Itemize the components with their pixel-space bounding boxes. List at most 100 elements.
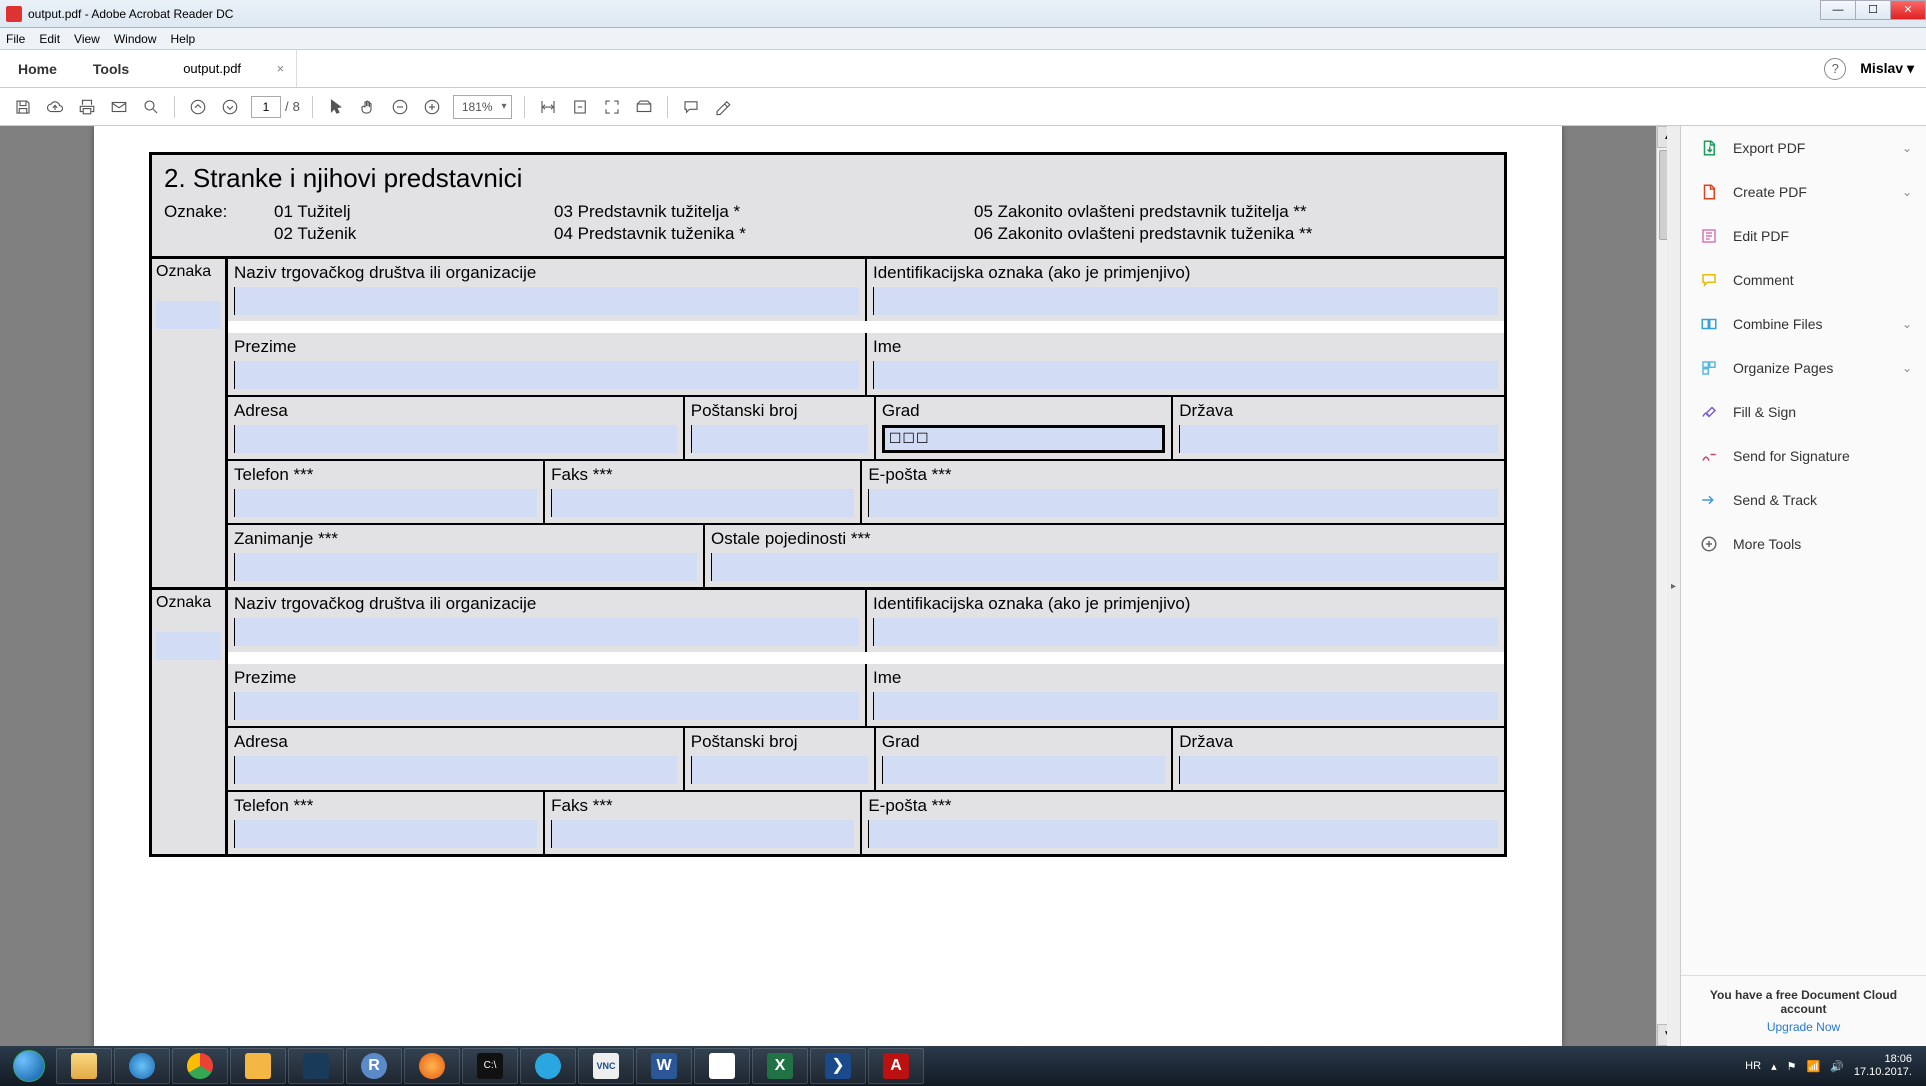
rail-more-tools[interactable]: More Tools (1681, 522, 1926, 566)
cloud-icon[interactable] (44, 96, 66, 118)
taskbar-acrobat[interactable]: A (868, 1048, 924, 1084)
drzava-input-2[interactable] (1179, 756, 1498, 784)
adresa-input-2[interactable] (234, 756, 677, 784)
menu-window[interactable]: Window (114, 32, 157, 46)
drzava-label-2: Država (1179, 732, 1498, 752)
taskbar-cmd[interactable]: C:\ (462, 1048, 518, 1084)
zoom-out-icon[interactable] (389, 96, 411, 118)
rail-export-pdf[interactable]: Export PDF⌄ (1681, 126, 1926, 170)
rail-fill-sign[interactable]: Fill & Sign (1681, 390, 1926, 434)
maximize-button[interactable]: ☐ (1855, 0, 1891, 20)
document-pane[interactable]: 2. Stranke i njihovi predstavnici Oznake… (0, 126, 1656, 1046)
taskbar-rstudio[interactable]: R (346, 1048, 402, 1084)
page-up-icon[interactable] (187, 96, 209, 118)
help-icon[interactable]: ? (1824, 58, 1846, 80)
page-slash: / (285, 99, 289, 114)
rail-create-pdf[interactable]: Create PDF⌄ (1681, 170, 1926, 214)
pointer-icon[interactable] (325, 96, 347, 118)
taskbar-skype[interactable] (520, 1048, 576, 1084)
rail-send-track[interactable]: Send & Track (1681, 478, 1926, 522)
main-area: 2. Stranke i njihovi predstavnici Oznake… (0, 126, 1926, 1046)
id-input[interactable] (873, 287, 1498, 315)
ime-input-2[interactable] (873, 692, 1498, 720)
user-menu[interactable]: Mislav ▾ (1860, 60, 1914, 77)
zanimanje-input[interactable] (234, 553, 697, 581)
ime-input[interactable] (873, 361, 1498, 389)
page-down-icon[interactable] (219, 96, 241, 118)
minimize-button[interactable]: — (1820, 0, 1856, 20)
rail-comment[interactable]: Comment (1681, 258, 1926, 302)
comment-icon[interactable] (680, 96, 702, 118)
adresa-input[interactable] (234, 425, 677, 453)
mail-icon[interactable] (108, 96, 130, 118)
postanski-input-2[interactable] (691, 756, 868, 784)
taskbar-app-grid[interactable] (288, 1048, 344, 1084)
faks-input[interactable] (551, 489, 854, 517)
oznaka-input-2[interactable] (156, 632, 221, 660)
read-mode-icon[interactable] (633, 96, 655, 118)
drzava-input[interactable] (1179, 425, 1498, 453)
document-tab[interactable]: output.pdf × (147, 50, 297, 87)
search-icon[interactable] (140, 96, 162, 118)
menu-edit[interactable]: Edit (39, 32, 60, 46)
zoom-in-icon[interactable] (421, 96, 443, 118)
menu-file[interactable]: File (6, 32, 25, 46)
taskbar-explorer[interactable] (56, 1048, 112, 1084)
flag-icon[interactable]: ⚑ (1787, 1060, 1797, 1073)
highlight-icon[interactable] (712, 96, 734, 118)
close-button[interactable]: ✕ (1890, 0, 1926, 20)
oznaka-input[interactable] (156, 301, 221, 329)
collapse-rail-icon[interactable]: ▸ (1667, 126, 1681, 1046)
close-tab-icon[interactable]: × (277, 61, 285, 76)
rail-send-signature[interactable]: Send for Signature (1681, 434, 1926, 478)
prezime-input[interactable] (234, 361, 859, 389)
ostalo-input[interactable] (711, 553, 1498, 581)
clock[interactable]: 18:06 17.10.2017. (1854, 1053, 1912, 1079)
fit-page-icon[interactable] (569, 96, 591, 118)
hand-icon[interactable] (357, 96, 379, 118)
taskbar-excel[interactable]: X (752, 1048, 808, 1084)
prezime-input-2[interactable] (234, 692, 859, 720)
home-button[interactable]: Home (0, 50, 75, 87)
fullscreen-icon[interactable] (601, 96, 623, 118)
taskbar-word[interactable]: W (636, 1048, 692, 1084)
save-icon[interactable] (12, 96, 34, 118)
taskbar-vnc[interactable]: VNC (578, 1048, 634, 1084)
upgrade-link[interactable]: Upgrade Now (1691, 1020, 1916, 1034)
taskbar-ie[interactable] (114, 1048, 170, 1084)
taskbar-outlook[interactable] (230, 1048, 286, 1084)
print-icon[interactable] (76, 96, 98, 118)
faks-input-2[interactable] (551, 820, 854, 848)
document-tab-label: output.pdf (183, 61, 241, 76)
rail-combine[interactable]: Combine Files⌄ (1681, 302, 1926, 346)
lang-indicator[interactable]: HR (1745, 1060, 1761, 1072)
eposta-input-2[interactable] (868, 820, 1498, 848)
start-button[interactable] (4, 1048, 54, 1084)
menu-view[interactable]: View (74, 32, 100, 46)
telefon-input[interactable] (234, 489, 537, 517)
telefon-input-2[interactable] (234, 820, 537, 848)
taskbar-powershell[interactable]: ❯ (810, 1048, 866, 1084)
page-current-input[interactable] (251, 96, 281, 118)
taskbar-firefox[interactable] (404, 1048, 460, 1084)
naziv-input[interactable] (234, 287, 859, 315)
grad-input-2[interactable] (882, 756, 1165, 784)
taskbar-chrome[interactable] (172, 1048, 228, 1084)
volume-icon[interactable]: 🔊 (1830, 1060, 1844, 1073)
legend-06: 06 Zakonito ovlašteni predstavnik tuženi… (974, 224, 1492, 244)
fit-width-icon[interactable] (537, 96, 559, 118)
postanski-input[interactable] (691, 425, 868, 453)
id-input-2[interactable] (873, 618, 1498, 646)
eposta-input[interactable] (868, 489, 1498, 517)
network-icon[interactable]: 📶 (1806, 1060, 1820, 1073)
toolbar: / 8 181% (0, 88, 1926, 126)
taskbar-app-red[interactable] (694, 1048, 750, 1084)
rail-organize[interactable]: Organize Pages⌄ (1681, 346, 1926, 390)
menu-help[interactable]: Help (171, 32, 196, 46)
grad-input-focused[interactable]: ☐☐☐ (882, 425, 1165, 453)
zoom-select[interactable]: 181% (453, 95, 512, 119)
tray-up-icon[interactable]: ▴ (1771, 1060, 1777, 1073)
tools-button[interactable]: Tools (75, 50, 147, 87)
naziv-input-2[interactable] (234, 618, 859, 646)
rail-edit-pdf[interactable]: Edit PDF (1681, 214, 1926, 258)
